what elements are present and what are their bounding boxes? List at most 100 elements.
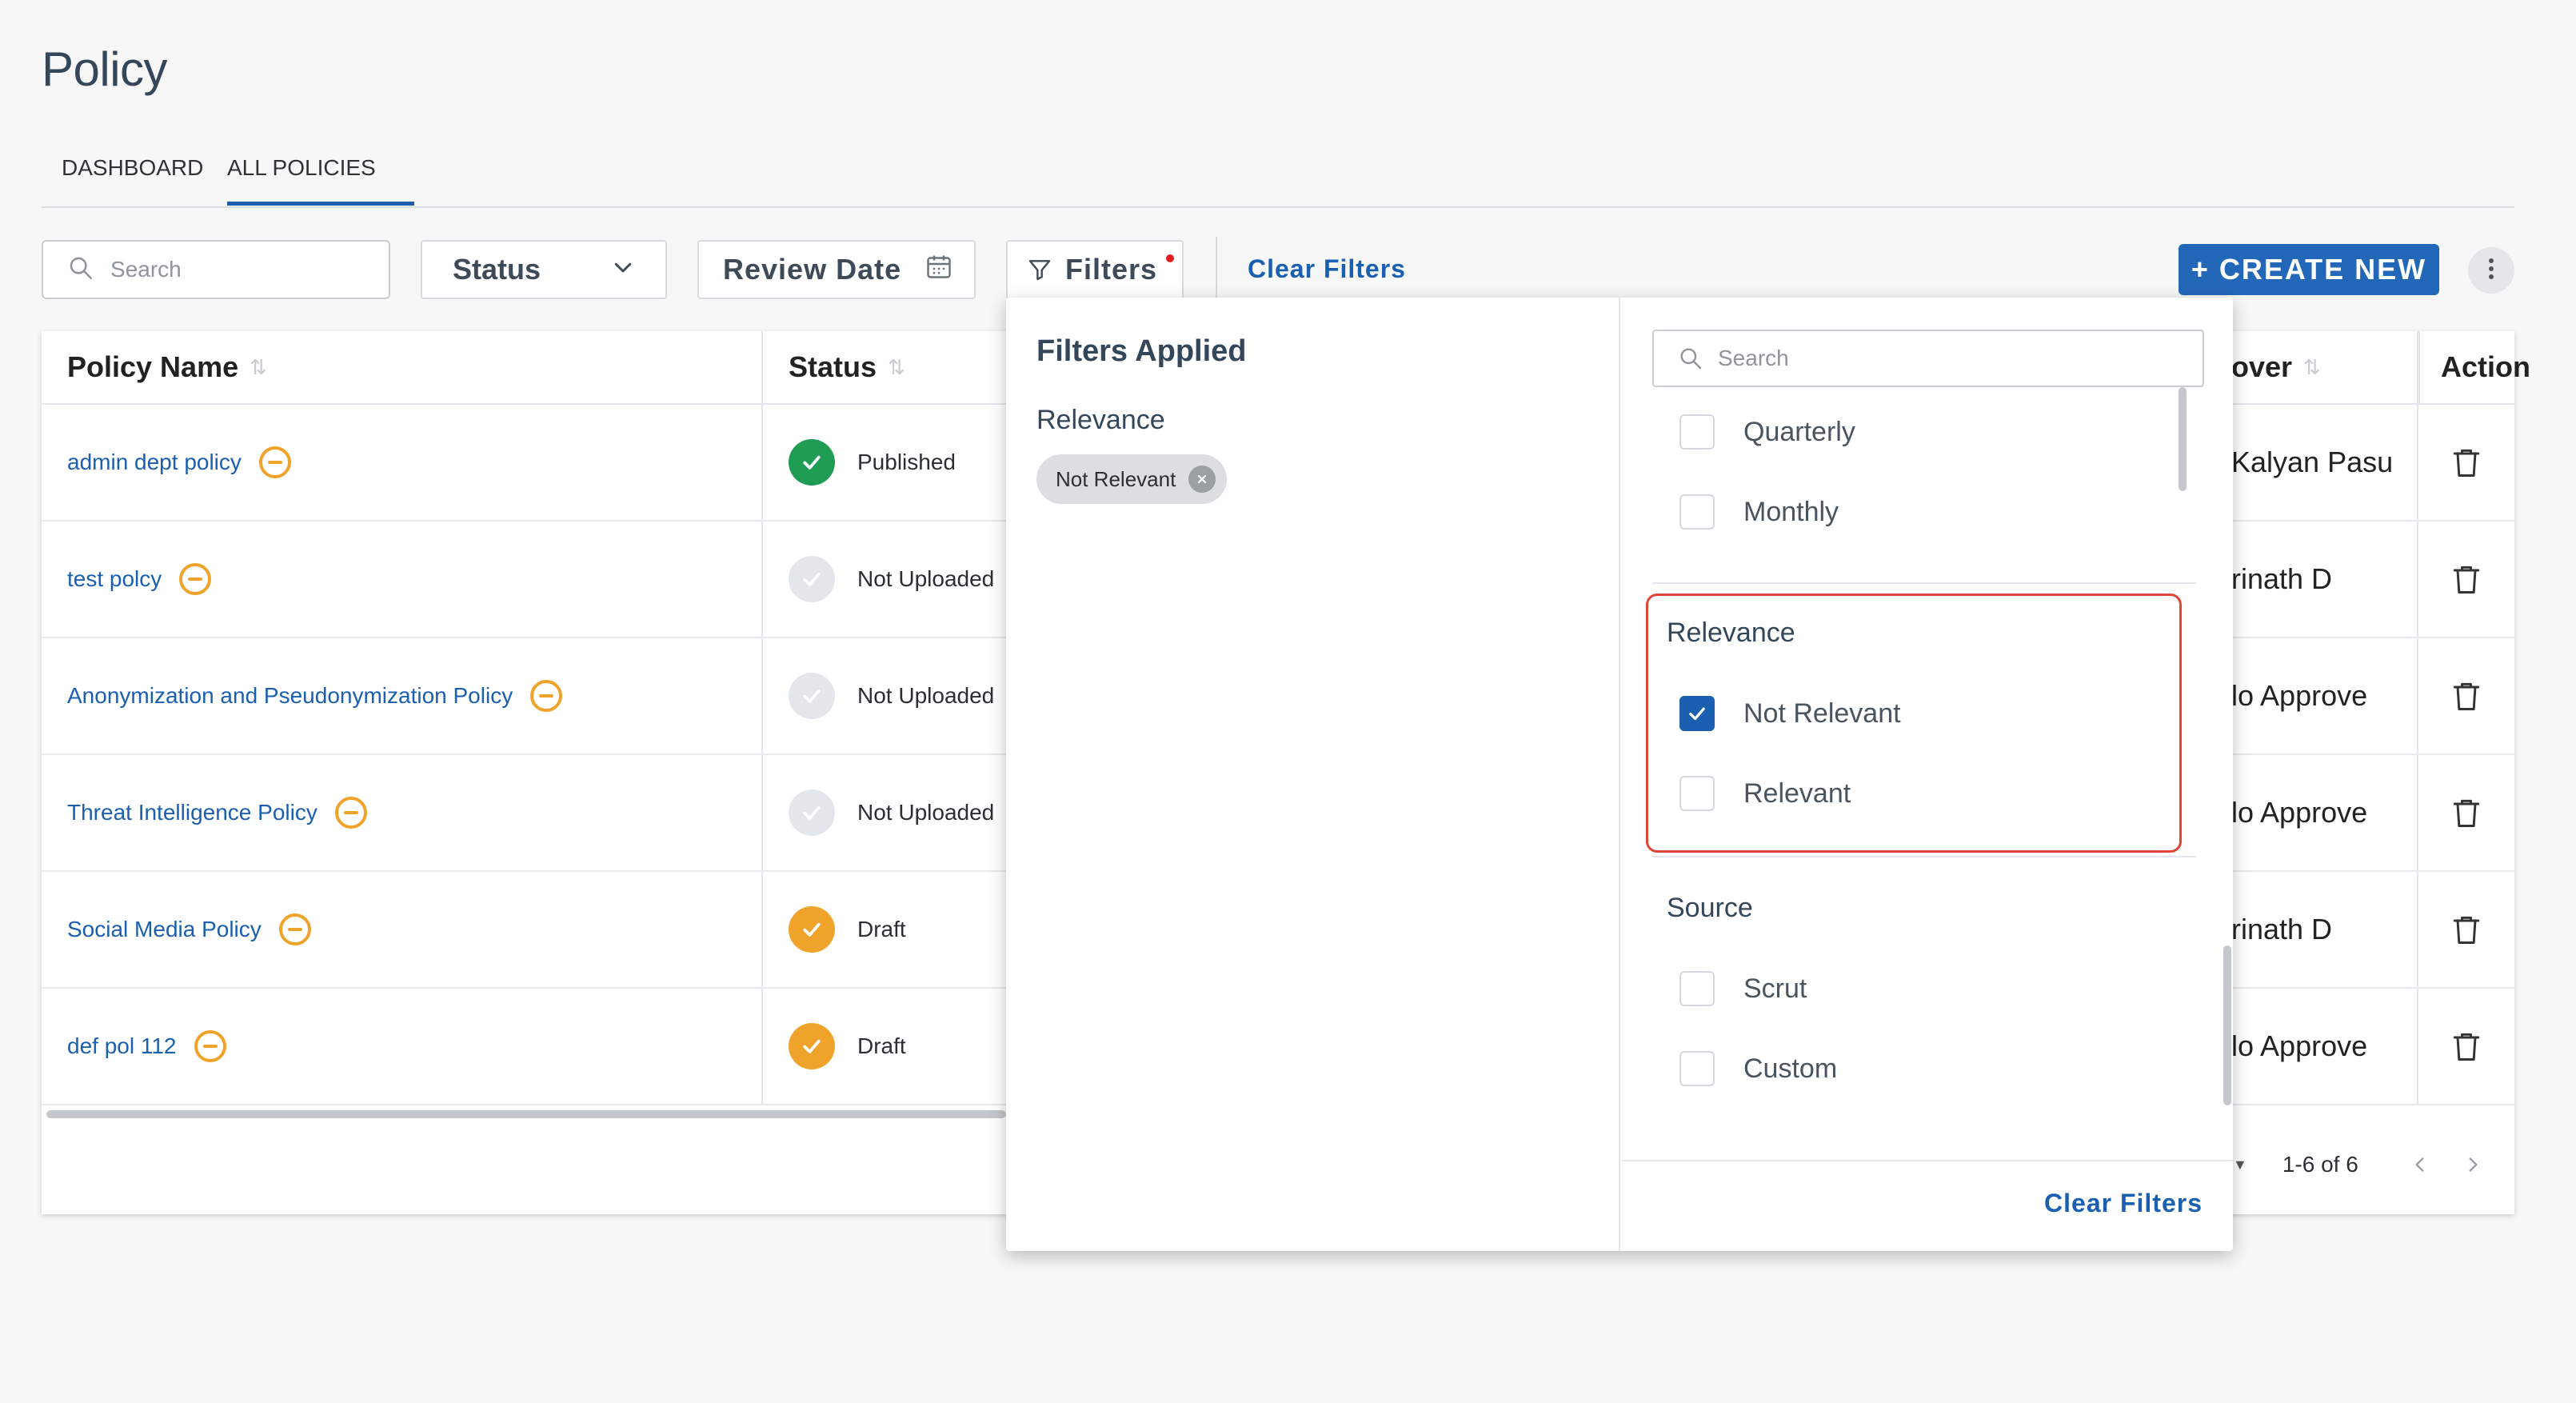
trash-icon [2449, 795, 2484, 830]
tab-bar: DASHBOARD ALL POLICIES [42, 144, 2514, 208]
review-date-label: Review Date [723, 253, 902, 286]
minus-circle-icon[interactable] [278, 913, 311, 945]
page-title: Policy [42, 42, 168, 96]
policy-name-link[interactable]: Social Media Policy [67, 917, 262, 942]
sort-icon: ⇅ [2303, 354, 2321, 379]
calendar-icon [925, 252, 953, 288]
status-dropdown[interactable]: Status [421, 240, 667, 299]
minus-circle-icon[interactable] [334, 797, 367, 829]
tab-dashboard[interactable]: DASHBOARD [62, 144, 203, 206]
clear-filters-button[interactable]: Clear Filters [2044, 1189, 2203, 1218]
tab-all-policies[interactable]: ALL POLICIES [227, 144, 376, 206]
filter-option-not-relevant[interactable]: Not Relevant [1679, 690, 1901, 737]
minus-circle-icon[interactable] [179, 563, 212, 595]
status-cell: Not Uploaded [789, 638, 994, 753]
remove-chip-icon[interactable] [1188, 466, 1216, 493]
pagination-range: 1-6 of 6 [2282, 1152, 2358, 1177]
section-divider [1652, 582, 2196, 584]
chevron-right-icon[interactable] [2462, 1154, 2483, 1175]
section-divider [1652, 856, 2196, 857]
approver-cell: Kalyan Pasu [2231, 446, 2394, 478]
status-check-icon [789, 789, 835, 836]
applied-filter-chip: Not Relevant [1036, 454, 1228, 504]
trash-icon [2449, 678, 2484, 713]
delete-button[interactable] [2418, 405, 2514, 520]
sort-icon: ⇅ [888, 354, 905, 379]
more-options-button[interactable] [2468, 247, 2514, 294]
option-label: Quarterly [1743, 416, 1855, 447]
filter-search-input[interactable] [1718, 346, 2166, 371]
scrollbar-thumb[interactable] [2179, 387, 2187, 491]
column-label: Policy Name [67, 350, 239, 383]
filter-option-monthly[interactable]: Monthly [1679, 488, 1839, 536]
trash-icon [2449, 1029, 2484, 1064]
checkbox[interactable] [1679, 776, 1715, 811]
filters-popover: Filters Applied Relevance Not Relevant Q… [1006, 298, 2233, 1251]
status-cell: Published [789, 405, 956, 520]
trash-icon [2449, 562, 2484, 597]
policy-name-cell: def pol 112 [67, 989, 226, 1104]
checkbox[interactable] [1679, 971, 1715, 1006]
approver-cell: lo Approve [2231, 1029, 2368, 1062]
search-icon [67, 254, 94, 286]
filter-search-field[interactable] [1652, 330, 2204, 387]
approver-cell: rinath D [2231, 913, 2333, 945]
policy-name-cell: test polcy [67, 522, 212, 637]
search-input[interactable] [110, 257, 366, 282]
relevance-section-label: Relevance [1667, 618, 1795, 648]
approver-cell: lo Approve [2231, 796, 2368, 829]
clear-filters-link[interactable]: Clear Filters [1248, 254, 1406, 284]
policy-name-link[interactable]: Threat Intelligence Policy [67, 800, 318, 825]
status-cell: Draft [789, 872, 906, 987]
policy-name-link[interactable]: Anonymization and Pseudonymization Polic… [67, 683, 513, 709]
filter-option-custom[interactable]: Custom [1679, 1045, 1837, 1093]
pagination: ▼ 1-6 of 6 [2233, 1133, 2505, 1197]
filters-applied-title: Filters Applied [1036, 334, 1247, 368]
status-dropdown-label: Status [453, 253, 541, 286]
checkbox[interactable] [1679, 494, 1715, 530]
scrollbar-thumb[interactable] [2223, 945, 2231, 1105]
panel-footer-divider [1622, 1160, 2233, 1161]
column-header-action: Action [2418, 331, 2530, 405]
horizontal-scrollbar[interactable] [46, 1110, 1006, 1118]
filters-button[interactable]: Filters [1006, 240, 1184, 299]
checkbox[interactable] [1679, 1051, 1715, 1086]
policy-name-link[interactable]: test polcy [67, 566, 162, 592]
column-label: Action [2441, 350, 2530, 383]
rows-per-page-caret-icon[interactable]: ▼ [2233, 1157, 2247, 1173]
chevron-left-icon[interactable] [2410, 1154, 2430, 1175]
minus-circle-icon[interactable] [530, 680, 563, 712]
column-header-approver[interactable]: over ⇅ [2231, 331, 2417, 405]
toolbar-divider [1216, 237, 1217, 301]
filter-option-scrut[interactable]: Scrut [1679, 965, 1807, 1013]
active-tab-indicator [227, 202, 414, 206]
source-section-label: Source [1667, 893, 1753, 923]
policy-name-link[interactable]: admin dept policy [67, 450, 242, 475]
approver-cell: lo Approve [2231, 679, 2368, 712]
checkbox[interactable] [1679, 414, 1715, 450]
minus-circle-icon[interactable] [258, 446, 291, 478]
status-text: Draft [857, 1033, 906, 1058]
column-label: Status [789, 350, 877, 383]
kebab-menu-icon [2488, 257, 2494, 285]
delete-button[interactable] [2418, 638, 2514, 753]
review-date-picker[interactable]: Review Date [697, 240, 976, 299]
delete-button[interactable] [2418, 755, 2514, 870]
delete-button[interactable] [2418, 872, 2514, 987]
search-field[interactable] [42, 240, 390, 299]
status-cell: Not Uploaded [789, 755, 994, 870]
checkbox-checked[interactable] [1679, 696, 1715, 731]
search-icon [1678, 346, 1703, 371]
filter-option-quarterly[interactable]: Quarterly [1679, 408, 1855, 456]
minus-circle-icon[interactable] [194, 1030, 226, 1062]
status-cell: Draft [789, 989, 906, 1104]
filter-option-relevant[interactable]: Relevant [1679, 769, 1851, 817]
option-label: Monthly [1743, 496, 1839, 527]
create-new-button[interactable]: + CREATE NEW [2179, 244, 2439, 295]
delete-button[interactable] [2418, 989, 2514, 1104]
status-check-icon [789, 906, 835, 953]
column-header-policy-name[interactable]: Policy Name ⇅ [42, 331, 761, 405]
policy-name-link[interactable]: def pol 112 [67, 1033, 177, 1059]
delete-button[interactable] [2418, 522, 2514, 637]
policy-name-cell: Social Media Policy [67, 872, 311, 987]
